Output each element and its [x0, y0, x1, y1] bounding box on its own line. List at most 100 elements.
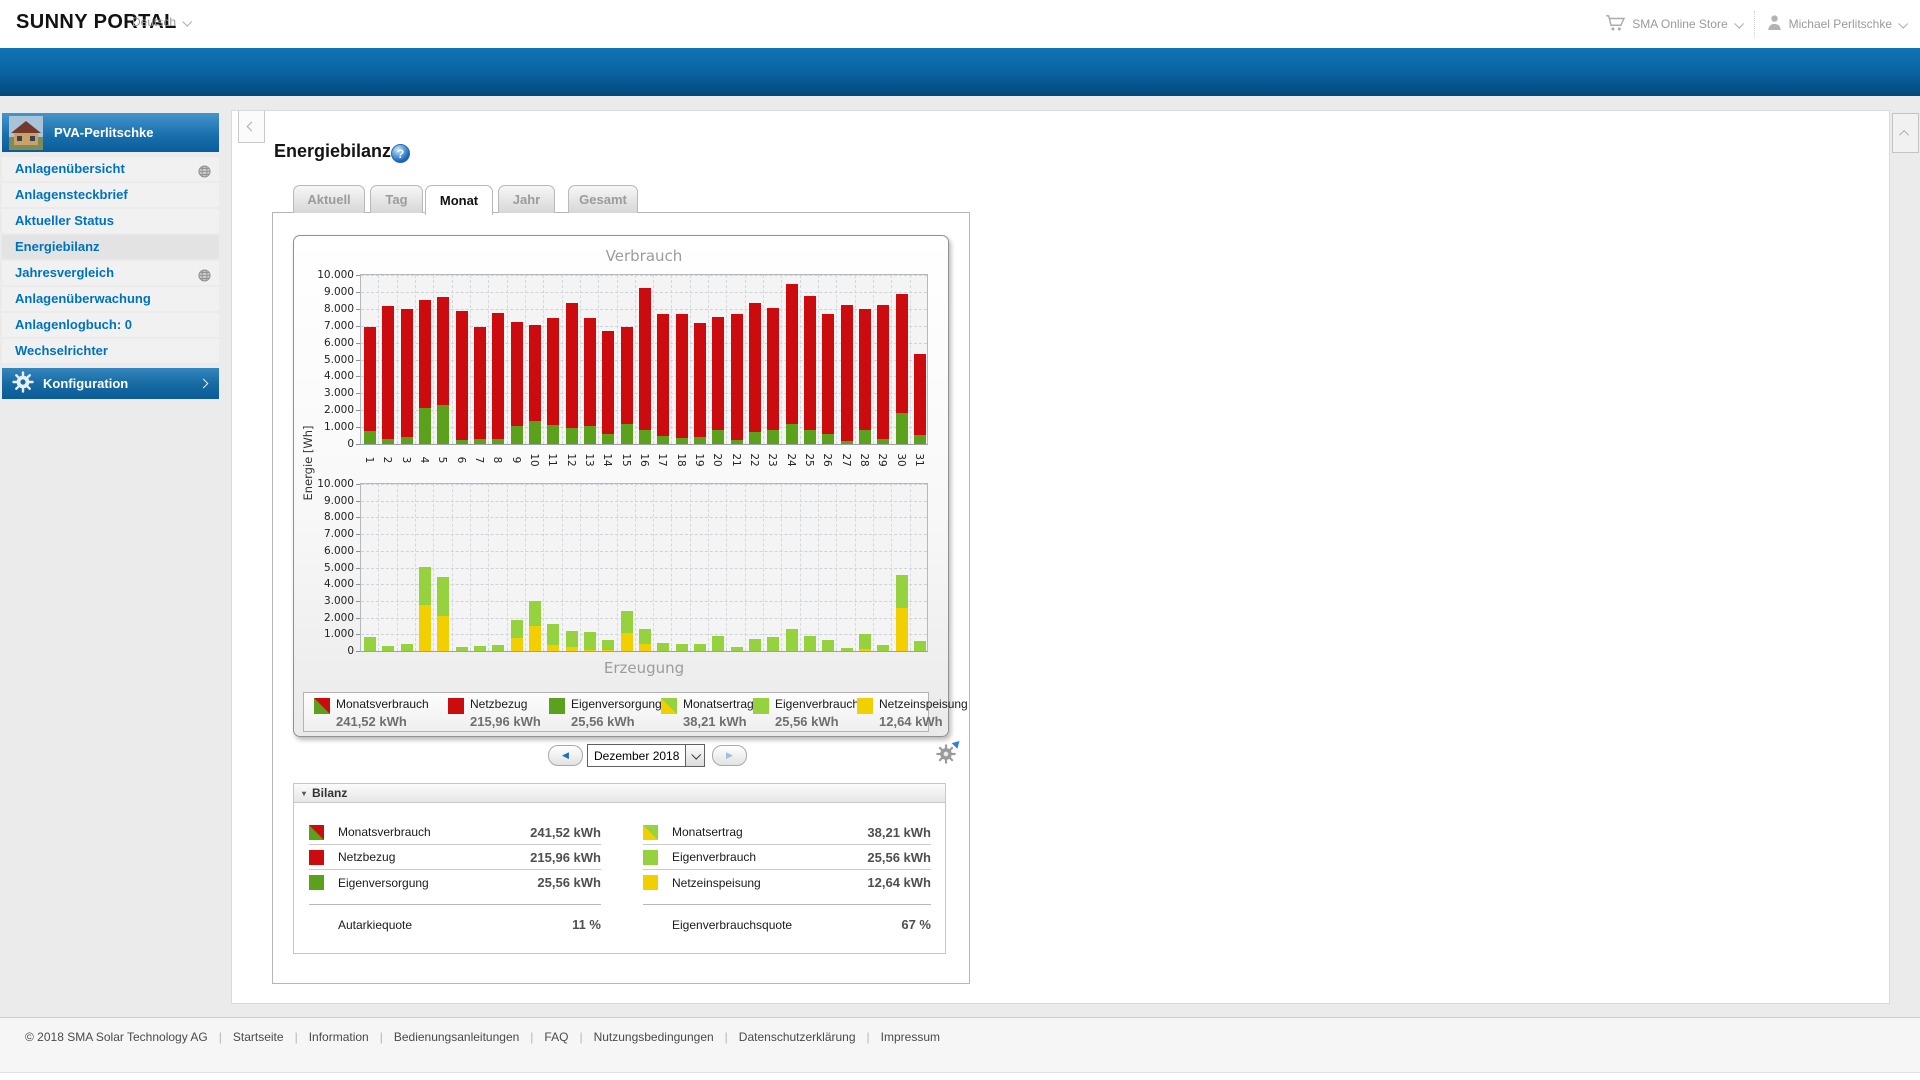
sidebar-item-wechselrichter[interactable]: Wechselrichter — [2, 339, 219, 363]
language-selector[interactable]: Deutsch — [132, 15, 190, 29]
previous-month-button[interactable]: ◀ — [548, 745, 583, 766]
legend-item-netzeinspeisung: Netzeinspeisung12,64 kWh — [857, 698, 968, 729]
language-label: Deutsch — [132, 15, 176, 29]
legend-label: Netzeinspeisung — [879, 698, 968, 711]
sidebar-item-label: Energiebilanz — [15, 239, 100, 254]
bar-netzbezug-day-6 — [456, 311, 468, 440]
bilanz-quote-value: 11 % — [572, 917, 601, 932]
footer-link-information[interactable]: Information — [309, 1030, 369, 1044]
x-tick-label: 11 — [546, 449, 558, 471]
sidebar-item-jahresvergleich[interactable]: Jahresvergleich — [2, 261, 219, 285]
sidebar-item-energiebilanz[interactable]: Energiebilanz — [2, 235, 219, 259]
bar-eigenversorgung-day-17 — [657, 436, 669, 444]
bar-netzbezug-day-26 — [822, 314, 834, 434]
collapse-sidebar-button[interactable] — [238, 111, 265, 143]
y-tick-label: 10.000 — [298, 269, 354, 281]
bilanz-row-value: 25,56 kWh — [867, 850, 931, 865]
bar-eigenverbrauch-day-5 — [437, 577, 449, 616]
y-tick-label: 2.000 — [298, 612, 354, 624]
next-month-button[interactable]: ▶ — [712, 745, 747, 766]
footer-link-nutzungsbedingungen[interactable]: Nutzungsbedingungen — [594, 1030, 714, 1044]
tab-aktuell[interactable]: Aktuell — [293, 185, 365, 213]
bilanz-row-value: 25,56 kWh — [537, 875, 601, 890]
x-tick-label: 27 — [840, 449, 852, 471]
bar-netzbezug-day-28 — [859, 309, 871, 430]
month-year-select[interactable]: Dezember 2018 — [587, 744, 705, 767]
bar-netzbezug-day-15 — [621, 327, 633, 424]
tab-monat[interactable]: Monat — [425, 185, 493, 215]
legend-label: Eigenverbrauch — [775, 698, 859, 711]
footer-link-impressum[interactable]: Impressum — [881, 1030, 940, 1044]
config-label: Konfiguration — [43, 376, 128, 391]
chart-settings-gear-icon[interactable] — [936, 744, 958, 766]
bar-eigenverbrauch-day-29 — [877, 645, 889, 651]
tab-tag[interactable]: Tag — [370, 185, 423, 213]
bar-eigenversorgung-day-8 — [492, 439, 504, 444]
sidebar-item-konfiguration[interactable]: Konfiguration — [2, 368, 219, 399]
collapse-triangle-icon: ▾ — [302, 789, 306, 798]
bar-eigenversorgung-day-22 — [749, 432, 761, 444]
sidebar-item-anlagenlogbuch-0[interactable]: Anlagenlogbuch: 0 — [2, 313, 219, 337]
footer-separator: | — [295, 1030, 298, 1044]
bar-netzbezug-day-18 — [676, 314, 688, 438]
bar-eigenversorgung-day-3 — [401, 437, 413, 444]
footer-separator: | — [219, 1030, 222, 1044]
bar-eigenversorgung-day-28 — [859, 430, 871, 444]
bar-eigenverbrauch-day-14 — [602, 640, 614, 651]
bar-eigenverbrauch-day-30 — [896, 575, 908, 608]
y-tick-label: 4.000 — [298, 370, 354, 382]
legend-value: 38,21 kWh — [683, 714, 754, 729]
store-label: SMA Online Store — [1632, 17, 1727, 31]
bilanz-divider — [643, 904, 931, 905]
sidebar-item-aktueller-status[interactable]: Aktueller Status — [2, 209, 219, 233]
bar-eigenversorgung-day-16 — [639, 430, 651, 444]
app-window: SUNNY PORTAL Deutsch SMA Online Store Mi… — [0, 0, 1920, 1080]
footer-link-datenschutzerkl-rung[interactable]: Datenschutzerklärung — [739, 1030, 856, 1044]
legend-chip-icon — [753, 698, 769, 714]
bar-netzbezug-day-7 — [474, 327, 486, 440]
bar-eigenverbrauch-day-13 — [584, 632, 596, 650]
bar-eigenverbrauch-day-1 — [364, 637, 376, 651]
bilanz-divider — [309, 904, 601, 905]
bilanz-chip-icon — [643, 850, 658, 865]
bar-eigenversorgung-day-19 — [694, 437, 706, 444]
sidebar-item-anlagen-berwachung[interactable]: Anlagenüberwachung — [2, 287, 219, 311]
footer-link-bedienungsanleitungen[interactable]: Bedienungsanleitungen — [394, 1030, 519, 1044]
legend-label: Netzbezug — [470, 698, 541, 711]
legend-item-eigenversorgung: Eigenversorgung25,56 kWh — [549, 698, 662, 729]
footer-separator: | — [867, 1030, 870, 1044]
y-tick-label: 0 — [298, 438, 354, 450]
y-tick-label: 7.000 — [298, 320, 354, 332]
bar-netzbezug-day-3 — [401, 309, 413, 437]
tab-gesamt[interactable]: Gesamt — [568, 185, 638, 213]
chevron-up-icon — [1899, 129, 1909, 139]
footer: © 2018 SMA Solar Technology AG | Startseit… — [0, 1017, 1920, 1072]
tab-jahr[interactable]: Jahr — [498, 185, 555, 213]
bar-eigenversorgung-day-23 — [767, 430, 779, 444]
bar-eigenverbrauch-day-4 — [419, 567, 431, 604]
footer-separator: | — [725, 1030, 728, 1044]
bar-eigenverbrauch-day-26 — [822, 640, 834, 651]
x-tick-label: 16 — [638, 449, 650, 471]
collapse-ribbon-button[interactable] — [1892, 113, 1919, 153]
user-menu[interactable]: Michael Perlitschke — [1767, 14, 1906, 34]
footer-link-faq[interactable]: FAQ — [544, 1030, 568, 1044]
user-label: Michael Perlitschke — [1789, 17, 1892, 31]
y-tick-label: 5.000 — [298, 354, 354, 366]
bar-eigenverbrauch-day-3 — [401, 644, 413, 651]
y-tick-label: 4.000 — [298, 578, 354, 590]
x-tick-label: 5 — [436, 449, 448, 471]
legend-chip-icon — [448, 698, 464, 714]
sidebar-item-anlagen-bersicht[interactable]: Anlagenübersicht — [2, 157, 219, 181]
footer-link-startseite[interactable]: Startseite — [233, 1030, 284, 1044]
help-icon[interactable]: ? — [391, 144, 410, 163]
bar-eigenversorgung-day-27 — [841, 441, 853, 444]
plant-header[interactable]: PVA-Perlitschke — [2, 113, 219, 152]
store-menu[interactable]: SMA Online Store — [1605, 14, 1741, 35]
bar-eigenverbrauch-day-12 — [566, 631, 578, 647]
sidebar-item-anlagensteckbrief[interactable]: Anlagensteckbrief — [2, 183, 219, 207]
plot-erzeugung — [360, 483, 928, 652]
footer-copyright: © 2018 SMA Solar Technology AG — [25, 1030, 208, 1044]
gear-icon — [12, 371, 34, 396]
cart-icon — [1605, 14, 1625, 35]
